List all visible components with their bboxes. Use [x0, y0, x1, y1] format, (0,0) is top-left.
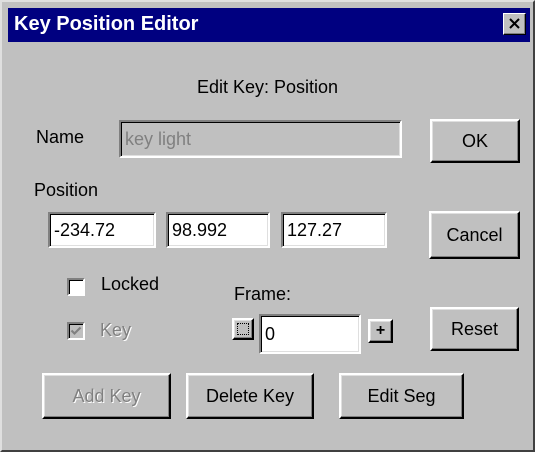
window-title: Key Position Editor — [14, 13, 199, 35]
close-x-icon — [509, 18, 520, 29]
position-y-field[interactable] — [166, 212, 270, 248]
edit-seg-button[interactable]: Edit Seg — [339, 373, 464, 419]
frame-field[interactable] — [259, 314, 361, 354]
name-label: Name — [36, 127, 85, 147]
position-z-input[interactable] — [287, 217, 382, 243]
add-key-button: Add Key — [42, 373, 171, 419]
position-label: Position — [34, 180, 99, 200]
ok-button[interactable]: OK — [430, 119, 520, 163]
frame-snap-button[interactable] — [232, 318, 254, 340]
checkmark-icon — [70, 326, 82, 336]
key-label: Key — [100, 320, 132, 340]
frame-snap-icon — [237, 323, 249, 335]
edit-key-heading: Edit Key: Position — [196, 77, 339, 97]
key-position-editor-dialog: Key Position Editor Edit Key: Position N… — [0, 0, 535, 452]
locked-label[interactable]: Locked — [101, 274, 159, 295]
frame-label: Frame: — [234, 284, 292, 304]
position-x-input[interactable] — [54, 217, 151, 243]
locked-checkbox[interactable] — [67, 278, 85, 296]
cancel-button[interactable]: Cancel — [429, 211, 520, 259]
frame-input[interactable] — [265, 319, 356, 349]
position-y-input[interactable] — [172, 217, 265, 243]
title-bar[interactable]: Key Position Editor — [8, 8, 530, 42]
key-checkbox — [67, 322, 85, 340]
reset-button[interactable]: Reset — [430, 307, 519, 351]
frame-plus-button[interactable]: + — [368, 319, 393, 343]
position-z-field[interactable] — [281, 212, 387, 248]
position-x-field[interactable] — [48, 212, 156, 248]
delete-key-button[interactable]: Delete Key — [186, 373, 314, 419]
close-button[interactable] — [503, 13, 526, 35]
name-input — [125, 125, 397, 153]
name-field — [119, 120, 402, 158]
